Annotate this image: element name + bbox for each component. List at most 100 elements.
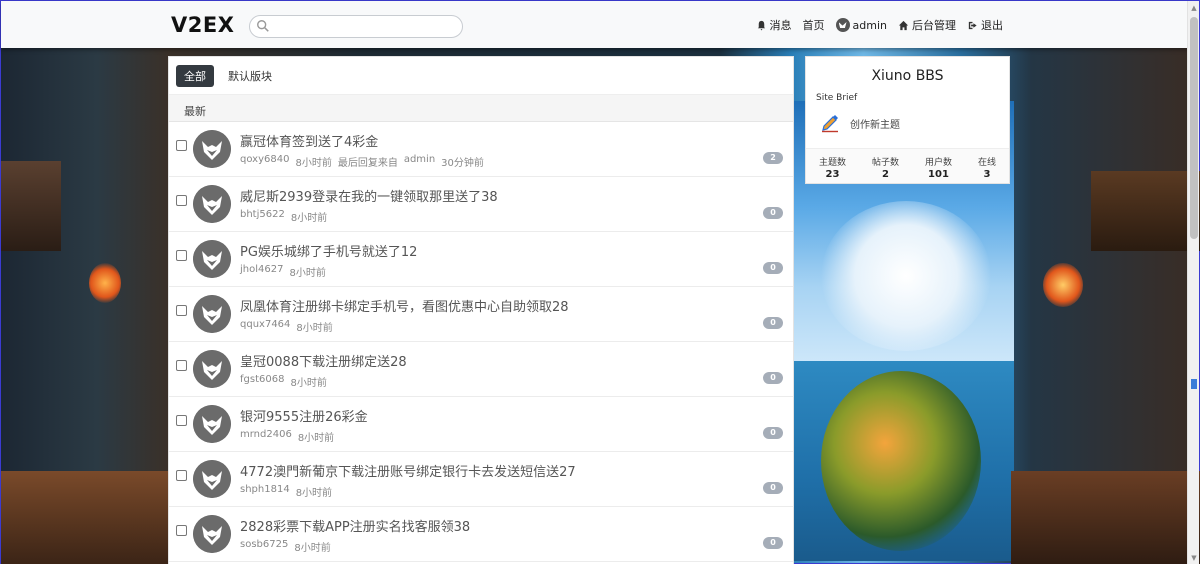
nav-admin-label: 后台管理 — [912, 19, 956, 32]
fox-avatar-icon — [193, 240, 231, 278]
cloud — [821, 201, 991, 351]
last-reply-time: 30分钟前 — [441, 158, 484, 169]
reply-count-badge: 0 — [763, 207, 783, 219]
section-header-latest: 最新 — [169, 94, 793, 122]
thread-title[interactable]: 2828彩票下载APP注册实名找客服领38 — [240, 516, 470, 535]
site-logo[interactable]: V2EX — [171, 13, 234, 37]
stat-posts: 帖子数 2 — [872, 155, 899, 183]
thread-time: 8小时前 — [290, 378, 327, 389]
nav-admin[interactable]: 后台管理 — [898, 17, 956, 33]
home-icon — [898, 20, 909, 30]
thread-title[interactable]: 威尼斯2939登录在我的一键领取那里送了38 — [240, 186, 498, 205]
thread-author[interactable]: qqux7464 — [240, 319, 290, 334]
thread-title[interactable]: PG娱乐城绑了手机号就送了12 — [240, 241, 417, 260]
fox-avatar-icon — [193, 460, 231, 498]
stat-users-value: 101 — [928, 169, 949, 180]
thread-time: 8小时前 — [289, 268, 326, 279]
top-navbar: V2EX 消息 首页 admin 后台管理 退出 — [1, 1, 1189, 48]
user-avatar[interactable] — [193, 350, 231, 388]
tab-all[interactable]: 全部 — [176, 64, 214, 87]
thread-author[interactable]: jhol4627 — [240, 264, 283, 279]
user-avatar[interactable] — [193, 295, 231, 333]
last-reply-label: 最后回复来自 — [337, 158, 398, 169]
user-avatar — [835, 18, 850, 32]
search-box[interactable] — [249, 15, 463, 38]
nav-logout[interactable]: 退出 — [967, 17, 1003, 33]
scroll-down-arrow-icon[interactable]: ▼ — [1190, 554, 1198, 562]
thread-checkbox[interactable] — [176, 415, 187, 426]
tab-default-forum[interactable]: 默认版块 — [220, 65, 280, 87]
thread-time: 8小时前 — [296, 323, 333, 334]
site-brief: Site Brief — [816, 93, 858, 103]
thread-title[interactable]: 4772澳門新葡京下载注册账号绑定银行卡去发送短信送27 — [240, 461, 576, 480]
thread-author[interactable]: fgst6068 — [240, 374, 284, 389]
shelf-left — [1, 161, 61, 251]
thread-checkbox[interactable] — [176, 360, 187, 371]
user-avatar[interactable] — [193, 240, 231, 278]
thread-row[interactable]: 赢冠体育签到送了4彩金 qoxy6840 8小时前 最后回复来自 admin 30分钟前 2 — [169, 122, 793, 177]
scrollbar-thumb[interactable] — [1190, 17, 1198, 239]
user-avatar[interactable] — [193, 185, 231, 223]
nav-logout-label: 退出 — [981, 19, 1003, 32]
nav-user[interactable]: admin — [835, 18, 887, 32]
nav-messages[interactable]: 消息 — [756, 17, 792, 33]
thread-title[interactable]: 皇冠0088下载注册绑定送28 — [240, 351, 407, 370]
stat-threads: 主题数 23 — [819, 155, 846, 183]
shelf-right — [1091, 171, 1200, 251]
fox-avatar-icon — [193, 130, 231, 168]
page-scrollbar[interactable]: ▲ ▼ — [1187, 1, 1199, 564]
thread-row[interactable]: 4772澳門新葡京下载注册账号绑定银行卡去发送短信送27 shph1814 8小时前… — [169, 452, 793, 507]
reply-count-badge: 0 — [763, 482, 783, 494]
thread-author[interactable]: mrnd2406 — [240, 429, 292, 444]
thread-row[interactable]: PG娱乐城绑了手机号就送了12 jhol4627 8小时前 0 — [169, 232, 793, 287]
bell-icon — [757, 20, 765, 31]
pencil-icon — [822, 115, 838, 133]
thread-author[interactable]: shph1814 — [240, 484, 290, 499]
tree — [821, 371, 981, 551]
stat-threads-label: 主题数 — [818, 158, 846, 168]
thread-checkbox[interactable] — [176, 250, 187, 261]
thread-meta: mrnd2406 8小时前 — [240, 429, 334, 444]
user-avatar[interactable] — [193, 405, 231, 443]
thread-checkbox[interactable] — [176, 470, 187, 481]
user-avatar[interactable] — [193, 515, 231, 553]
thread-row[interactable]: 2828彩票下载APP注册实名找客服领38 sosb6725 8小时前 0 — [169, 507, 793, 562]
thread-title[interactable]: 银河9555注册26彩金 — [240, 406, 368, 425]
thread-list-panel: 全部 默认版块 最新 赢冠体育签到送了4彩金 qoxy6840 8小时前 最后回复来自… — [168, 56, 794, 564]
nav-home[interactable]: 首页 — [803, 17, 825, 33]
table-right — [1011, 471, 1200, 564]
search-input[interactable] — [274, 18, 456, 36]
fox-avatar-icon — [193, 350, 231, 388]
thread-row[interactable]: 凤凰体育注册绑卡绑定手机号，看图优惠中心自助领取28 qqux7464 8小时前 0 — [169, 287, 793, 342]
scroll-up-arrow-icon[interactable]: ▲ — [1190, 4, 1198, 12]
thread-row[interactable]: 皇冠0088下载注册绑定送28 fgst6068 8小时前 0 — [169, 342, 793, 397]
thread-author[interactable]: sosb6725 — [240, 539, 288, 554]
thread-meta: sosb6725 8小时前 — [240, 539, 331, 554]
last-reply-user[interactable]: admin — [404, 154, 435, 169]
user-avatar[interactable] — [193, 460, 231, 498]
reply-count-badge: 2 — [763, 152, 783, 164]
thread-meta: bhtj5622 8小时前 — [240, 209, 327, 224]
thread-checkbox[interactable] — [176, 195, 187, 206]
thread-title[interactable]: 凤凰体育注册绑卡绑定手机号，看图优惠中心自助领取28 — [240, 296, 569, 315]
thread-title[interactable]: 赢冠体育签到送了4彩金 — [240, 131, 378, 150]
fox-avatar-icon — [193, 405, 231, 443]
fox-avatar-icon — [193, 515, 231, 553]
nav-home-label: 首页 — [802, 19, 825, 32]
site-info-card: Xiuno BBS Site Brief 创作新主题 主题数 23 帖子数 2 用户… — [805, 56, 1010, 184]
user-avatar[interactable] — [193, 130, 231, 168]
stat-users-label: 用户数 — [924, 158, 952, 168]
thread-time: 8小时前 — [294, 543, 331, 554]
thread-row[interactable]: 银河9555注册26彩金 mrnd2406 8小时前 0 — [169, 397, 793, 452]
nav-messages-label: 消息 — [769, 19, 792, 32]
thread-author[interactable]: bhtj5622 — [240, 209, 285, 224]
thread-checkbox[interactable] — [176, 525, 187, 536]
forum-tabs: 全部 默认版块 — [169, 57, 793, 94]
site-name: Xiuno BBS — [871, 68, 944, 84]
create-thread-button[interactable]: 创作新主题 — [820, 113, 1009, 133]
thread-row[interactable]: 威尼斯2939登录在我的一键领取那里送了38 bhtj5622 8小时前 0 — [169, 177, 793, 232]
stat-posts-label: 帖子数 — [871, 158, 899, 168]
thread-checkbox[interactable] — [176, 140, 187, 151]
thread-checkbox[interactable] — [176, 305, 187, 316]
thread-author[interactable]: qoxy6840 — [240, 154, 289, 169]
